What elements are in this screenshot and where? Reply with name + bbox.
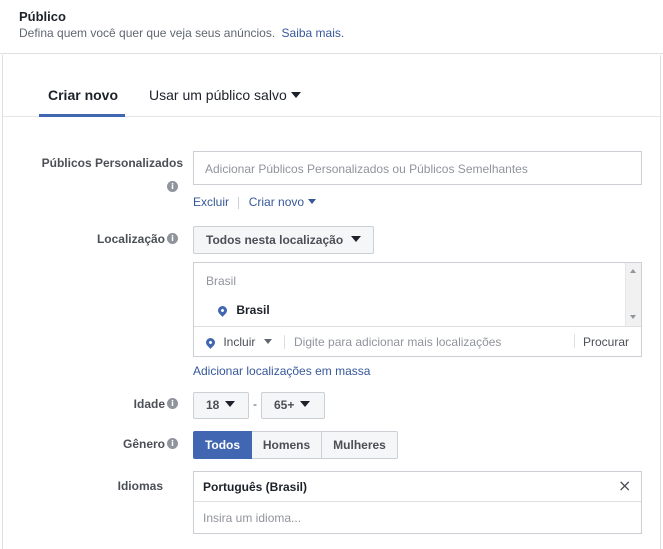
- age-max-dropdown[interactable]: 65+: [261, 392, 325, 419]
- gender-option-all[interactable]: Todos: [193, 431, 252, 459]
- caret-down-icon: [300, 401, 311, 408]
- create-new-audience-label: Criar novo: [248, 195, 305, 209]
- tab-create-new[interactable]: Criar novo: [48, 87, 118, 103]
- location-pin-icon: [216, 304, 229, 318]
- exclude-link[interactable]: Excluir: [193, 195, 229, 209]
- selected-location[interactable]: Brasil: [216, 303, 270, 318]
- audience-tabs: Criar novo Usar um público salvo: [3, 55, 660, 117]
- caret-down-icon: [351, 236, 362, 243]
- section-description: Defina quem você quer que veja seus anún…: [19, 26, 344, 40]
- language-input[interactable]: Insira um idioma...: [203, 511, 301, 525]
- location-group-header: Brasil: [206, 274, 237, 288]
- create-new-audience-link[interactable]: Criar novo: [248, 195, 317, 209]
- section-description-text: Defina quem você quer que veja seus anún…: [19, 26, 276, 40]
- include-dropdown[interactable]: Incluir: [204, 335, 273, 350]
- scroll-up-icon[interactable]: [630, 269, 636, 273]
- age-label: Idade: [133, 397, 165, 411]
- audience-header: Público Defina quem você quer que veja s…: [0, 0, 663, 54]
- audience-panel: Criar novo Usar um público salvo Público…: [2, 55, 661, 549]
- bulk-locations-link[interactable]: Adicionar localizações em massa: [193, 364, 370, 378]
- caret-down-icon: [225, 401, 236, 408]
- location-scope-label: Todos nesta localização: [206, 233, 344, 247]
- location-box: Brasil Brasil Incluir Digite para adicio…: [193, 262, 642, 357]
- age-max-value: 65+: [274, 398, 295, 412]
- info-icon[interactable]: i: [167, 181, 178, 192]
- gender-label: Gênero: [122, 437, 165, 451]
- languages-label: Idiomas: [117, 479, 163, 493]
- info-icon[interactable]: i: [167, 398, 178, 409]
- close-icon[interactable]: ×: [618, 476, 631, 495]
- info-icon[interactable]: i: [167, 438, 178, 449]
- custom-audiences-input[interactable]: Adicionar Públicos Personalizados ou Púb…: [193, 151, 642, 185]
- divider: [238, 196, 240, 209]
- custom-audiences-label: Públicos Personalizados: [41, 156, 183, 170]
- include-label: Incluir: [223, 335, 256, 349]
- divider: [284, 335, 285, 349]
- languages-box: Português (Brasil) × Insira um idioma...: [193, 471, 642, 534]
- gender-option-men[interactable]: Homens: [252, 431, 322, 459]
- browse-button[interactable]: Procurar: [583, 335, 629, 349]
- location-scrollbar[interactable]: [625, 263, 641, 327]
- gender-option-women[interactable]: Mulheres: [322, 431, 398, 459]
- caret-down-icon: [290, 91, 301, 98]
- tab-saved-audience-label: Usar um público salvo: [149, 87, 287, 103]
- learn-more-link[interactable]: Saiba mais.: [282, 26, 345, 40]
- divider: [574, 334, 575, 348]
- active-tab-indicator: [39, 114, 125, 117]
- selected-location-label: Brasil: [236, 303, 270, 317]
- tab-saved-audience[interactable]: Usar um público salvo: [149, 87, 301, 103]
- caret-down-icon: [308, 198, 317, 204]
- scroll-down-icon[interactable]: [630, 315, 636, 319]
- tab-create-new-label: Criar novo: [48, 87, 119, 103]
- selected-language-row: Português (Brasil) ×: [194, 472, 641, 502]
- location-scope-dropdown[interactable]: Todos nesta localização: [193, 226, 374, 254]
- age-min-dropdown[interactable]: 18: [193, 392, 249, 419]
- age-separator: -: [253, 397, 257, 411]
- age-min-value: 18: [206, 398, 220, 412]
- section-title: Público: [19, 9, 66, 24]
- caret-down-icon: [264, 338, 273, 344]
- custom-audiences-placeholder: Adicionar Públicos Personalizados ou Púb…: [205, 162, 528, 176]
- selected-language: Português (Brasil): [203, 480, 308, 494]
- location-search-row: Incluir Digite para adicionar mais local…: [194, 327, 641, 356]
- info-icon[interactable]: i: [167, 233, 178, 244]
- location-label: Localização: [96, 232, 165, 246]
- location-list: Brasil Brasil: [194, 263, 625, 327]
- custom-audiences-actions: Excluir Criar novo: [193, 195, 317, 209]
- location-search-input[interactable]: Digite para adicionar mais localizações: [294, 335, 501, 349]
- location-pin-icon: [204, 336, 217, 350]
